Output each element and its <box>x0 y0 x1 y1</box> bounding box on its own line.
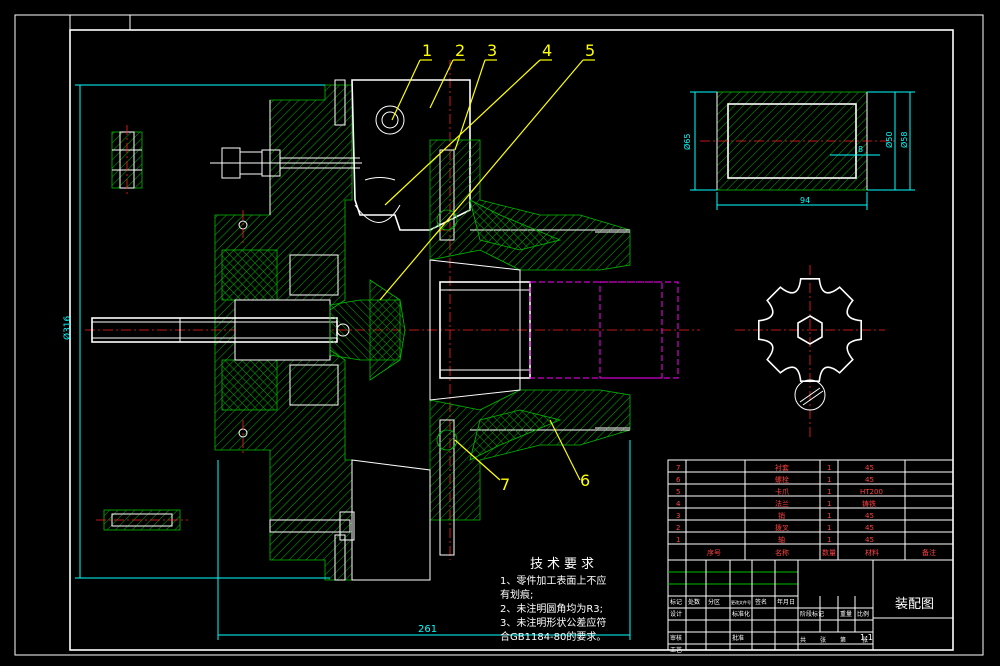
part-label-5: 5 <box>585 41 595 60</box>
bom-name: 卡爪 <box>775 487 789 496</box>
bom-header-note: 备注 <box>922 548 936 557</box>
bom-name: 拨叉 <box>775 523 789 532</box>
bom-table <box>667 459 954 561</box>
part-label-2: 2 <box>455 41 465 60</box>
bom-no: 2 <box>676 524 680 532</box>
part-label-4: 4 <box>542 41 552 60</box>
bom-no: 5 <box>676 488 680 496</box>
bom-no: 1 <box>676 536 680 544</box>
bom-qty: 1 <box>827 464 831 472</box>
bom-name: 衬套 <box>775 463 789 472</box>
detail-key-bottom <box>96 509 188 531</box>
bom-qty: 1 <box>827 476 831 484</box>
bom-material: 45 <box>865 512 874 520</box>
tb-cell: 共 <box>800 636 806 644</box>
tb-cell: 阶段标记 <box>800 610 824 618</box>
bom-qty: 1 <box>827 488 831 496</box>
bom-header-no: 序号 <box>707 548 721 557</box>
bom-material: 45 <box>865 536 874 544</box>
tb-cell: 年月日 <box>777 598 795 606</box>
part-label-7: 7 <box>500 475 510 494</box>
tb-cell: 签名 <box>755 598 767 606</box>
tb-cell: 标记 <box>670 598 682 606</box>
bom-material: 45 <box>865 476 874 484</box>
assembly-drawing: 1 2 3 4 5 6 7 Ø316 261 94 Ø65 Ø50 Ø58 8 <box>14 14 984 656</box>
star-knob-detail <box>735 265 885 440</box>
bom-material: 45 <box>865 464 874 472</box>
bom-no: 4 <box>676 500 681 508</box>
tb-cell: 标准化 <box>732 610 750 618</box>
bom-no: 6 <box>676 476 681 484</box>
bom-header-qty: 数量 <box>822 548 836 557</box>
tb-cell: 重量 <box>840 610 852 618</box>
tb-cell: 张 <box>862 636 868 644</box>
bom-no: 7 <box>676 464 680 472</box>
bom-name: 螺栓 <box>775 475 789 484</box>
pivot-hole <box>375 105 405 135</box>
bom-header-material: 材料 <box>865 548 879 557</box>
drawing-title: 装配图 <box>895 597 934 612</box>
main-section-view <box>85 60 700 581</box>
dim-sleeve-small: 8 <box>858 145 863 154</box>
tech-req-line-2: 有划痕; <box>500 588 533 601</box>
part-label-6: 6 <box>580 471 590 490</box>
tech-req-line-4: 3、未注明形状公差应符 <box>500 616 606 629</box>
tech-req-line-3: 2、未注明圆角均为R3; <box>500 602 603 615</box>
tb-cell: 分区 <box>708 598 720 606</box>
dim-sleeve-length: 94 <box>800 196 810 205</box>
bom-qty: 1 <box>827 500 831 508</box>
tb-cell: 设计 <box>670 610 682 618</box>
tb-cell: 更改文件号 <box>731 599 751 605</box>
tech-req-line-1: 1、零件加工表面上不应 <box>500 574 606 587</box>
dim-overall-length: 261 <box>418 624 437 635</box>
tb-cell: 工艺 <box>670 646 682 654</box>
tb-cell: 处数 <box>688 598 700 606</box>
dim-sleeve-d1: Ø65 <box>682 134 692 150</box>
detail-key-top <box>111 125 143 195</box>
tb-cell: 比例 <box>857 610 869 618</box>
tb-cell: 张 <box>820 636 826 644</box>
tb-cell: 审核 <box>670 634 682 642</box>
bom-header-name: 名称 <box>775 548 789 557</box>
sleeve-detail <box>690 91 915 210</box>
bom-material: 45 <box>865 524 874 532</box>
tb-cell: 第 <box>840 636 846 644</box>
bom-qty: 1 <box>827 536 831 544</box>
bom-rows: 7 衬套 1 45 6 螺栓 1 45 5 卡爪 1 HT200 4 法兰 1 … <box>676 463 936 557</box>
chuck-lower <box>429 389 631 521</box>
bom-name: 轴 <box>778 535 785 544</box>
bom-no: 3 <box>676 512 680 520</box>
dim-sleeve-d3: Ø58 <box>899 132 909 148</box>
bom-name: 法兰 <box>775 499 789 508</box>
bom-qty: 1 <box>827 512 831 520</box>
part-label-1: 1 <box>422 41 432 60</box>
dim-sleeve-d2: Ø50 <box>884 132 894 148</box>
bom-qty: 1 <box>827 524 831 532</box>
part-label-3: 3 <box>487 41 497 60</box>
sheet-code-box <box>69 14 131 31</box>
bom-name: 销 <box>778 511 785 520</box>
bom-material: HT200 <box>860 488 883 496</box>
bom-material: 铸铁 <box>862 499 876 508</box>
tb-cell: 批准 <box>732 634 744 642</box>
dim-left-height: Ø316 <box>62 315 73 340</box>
tech-req-line-5: 合GB1184-80的要求。 <box>500 630 606 643</box>
tech-req-title: 技术要求 <box>530 557 598 572</box>
title-block-cells: 标记 处数 分区 更改文件号 签名 年月日 设计 标准化 审核 工艺 批准 阶段… <box>670 598 869 654</box>
